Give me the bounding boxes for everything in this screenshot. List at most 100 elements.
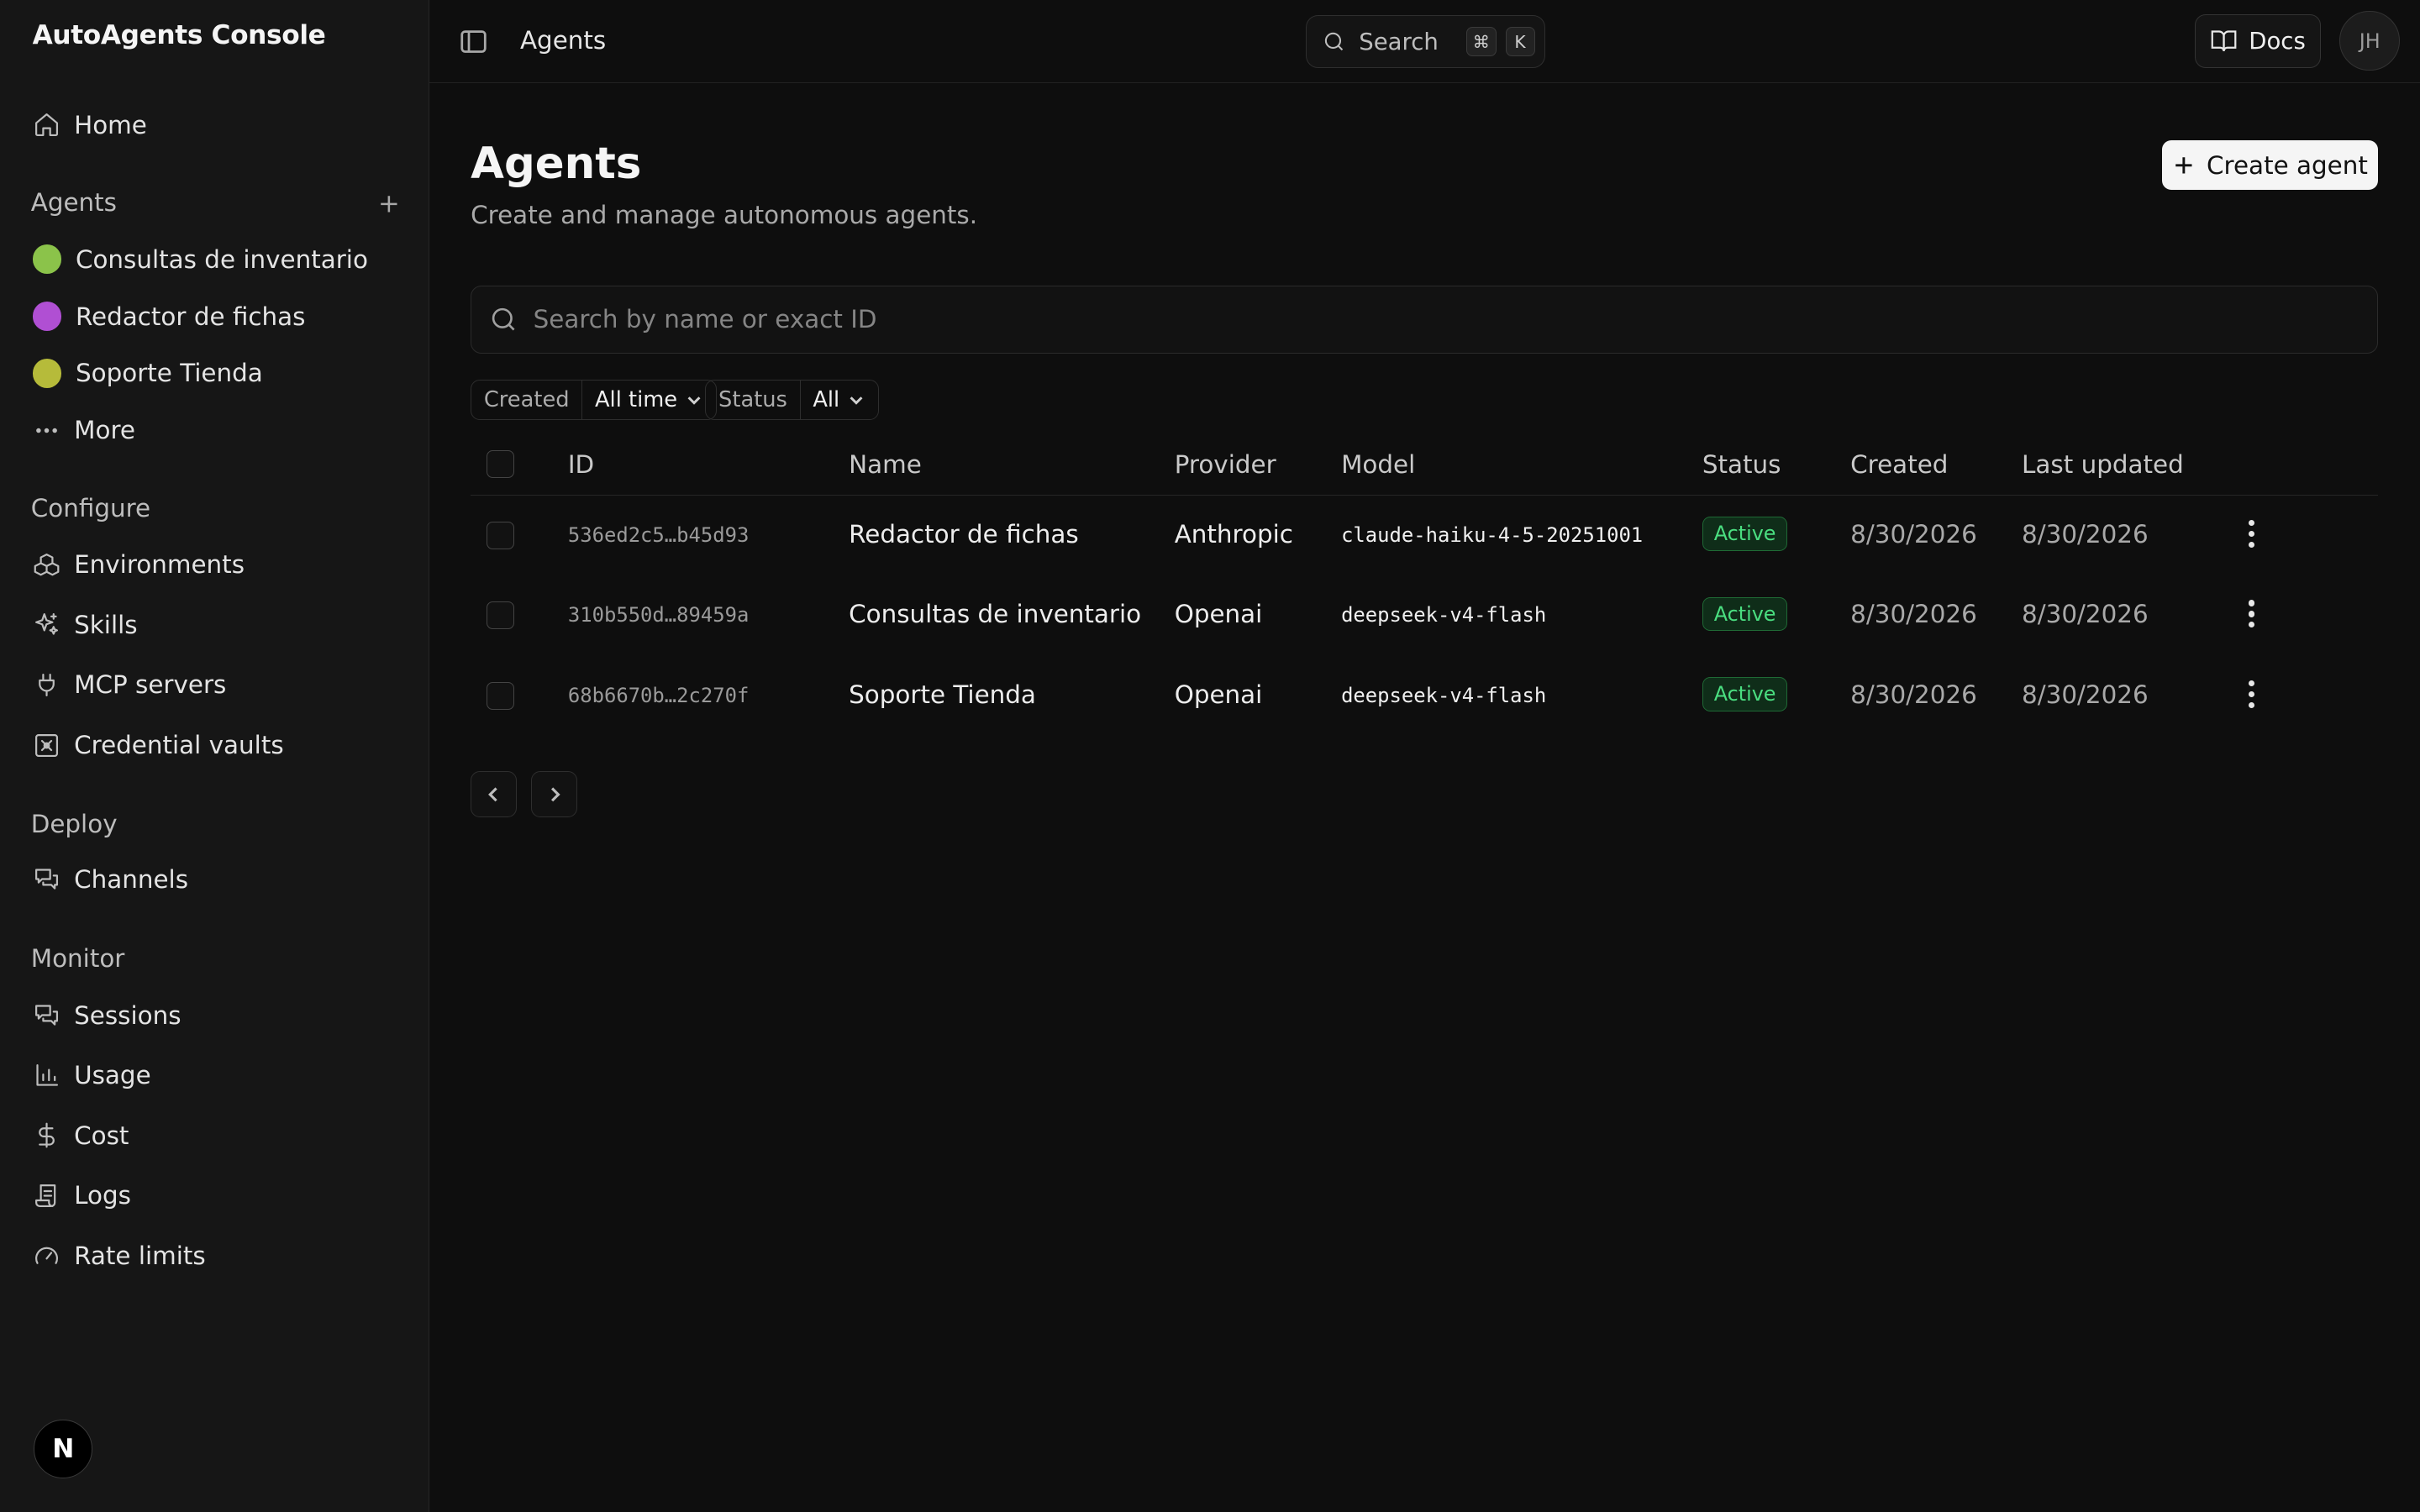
scroll-icon <box>31 1180 62 1211</box>
filter-created-dropdown[interactable]: All time <box>582 381 716 419</box>
table-row[interactable]: 310b550d…89459a Consultas de inventario … <box>471 575 2378 656</box>
cell-name[interactable]: Soporte Tienda <box>849 680 1036 709</box>
docs-button[interactable]: Docs <box>2194 13 2322 68</box>
sidebar-item-label: Consultas de inventario <box>75 244 368 274</box>
page-title: Agents <box>471 139 642 190</box>
top-bar: Agents Search ⌘ K Docs JH <box>429 0 2420 84</box>
column-header-name[interactable]: Name <box>849 450 922 479</box>
sidebar-item-environments[interactable]: Environments <box>15 538 413 591</box>
breadcrumb: Agents <box>519 26 607 55</box>
dev-tools-badge[interactable]: N <box>34 1419 93 1478</box>
sidebar-item-logs[interactable]: Logs <box>15 1169 413 1221</box>
search-label: Search <box>1359 28 1439 55</box>
sidebar-item-home[interactable]: Home <box>15 99 413 151</box>
sidebar-toggle-button[interactable] <box>460 28 487 55</box>
row-actions-icon[interactable] <box>2233 675 2270 715</box>
cell-last-updated: 8/30/2026 <box>2022 519 2149 549</box>
row-actions-icon[interactable] <box>2233 514 2270 554</box>
sidebar-item-agent-redactor[interactable]: Redactor de fichas <box>15 290 413 342</box>
sidebar-item-cost[interactable]: Cost <box>15 1110 413 1162</box>
chevron-right-icon <box>550 787 560 802</box>
row-checkbox[interactable] <box>486 681 514 710</box>
sidebar-item-agent-soporte[interactable]: Soporte Tienda <box>15 347 413 399</box>
sidebar-item-agent-consultas[interactable]: Consultas de inventario <box>15 233 413 285</box>
status-badge: Active <box>1702 517 1788 551</box>
filter-status-key: Status <box>706 380 801 419</box>
sidebar-item-label: Credential vaults <box>74 731 284 760</box>
filter-status-dropdown[interactable]: All <box>801 381 878 419</box>
row-checkbox[interactable] <box>486 521 514 549</box>
row-checkbox[interactable] <box>486 601 514 630</box>
cell-model: claude-haiku-4-5-20251001 <box>1341 522 1644 547</box>
sidebar-item-label: MCP servers <box>74 670 227 700</box>
cell-created: 8/30/2026 <box>1850 519 1977 549</box>
sparkles-icon <box>31 609 62 640</box>
sidebar-item-more[interactable]: More <box>15 404 413 456</box>
agent-color-dot <box>32 359 62 388</box>
agent-search-input[interactable] <box>533 305 2354 334</box>
sidebar-item-label: More <box>74 416 135 445</box>
table-row[interactable]: 536ed2c5…b45d93 Redactor de fichas Anthr… <box>471 496 2378 576</box>
dollar-icon <box>31 1120 62 1151</box>
column-header-id[interactable]: ID <box>568 450 594 479</box>
user-avatar[interactable]: JH <box>2339 10 2401 71</box>
kbd-k: K <box>1505 27 1535 57</box>
cell-created: 8/30/2026 <box>1850 680 1977 709</box>
cell-id: 536ed2c5…b45d93 <box>567 522 750 547</box>
chat-bubbles-icon <box>31 1000 62 1031</box>
filter-created-key: Created <box>471 380 583 419</box>
agent-color-dot <box>32 302 62 331</box>
sidebar-item-skills[interactable]: Skills <box>15 599 413 651</box>
plus-icon <box>381 195 397 213</box>
sidebar-item-mcp-servers[interactable]: MCP servers <box>15 659 413 711</box>
cell-id: 68b6670b…2c270f <box>567 683 750 707</box>
sidebar-panel-icon <box>460 30 487 53</box>
sidebar-item-channels[interactable]: Channels <box>15 853 413 906</box>
docs-label: Docs <box>2249 27 2306 55</box>
status-badge: Active <box>1702 677 1788 711</box>
filter-created: Created All time <box>471 379 717 420</box>
cubes-icon <box>31 549 62 580</box>
sidebar-item-usage[interactable]: Usage <box>15 1049 413 1101</box>
add-agent-button[interactable] <box>372 186 406 220</box>
column-header-last-updated[interactable]: Last updated <box>2022 450 2184 479</box>
cell-provider: Openai <box>1174 600 1263 629</box>
plus-icon <box>2175 156 2192 174</box>
column-header-provider[interactable]: Provider <box>1175 450 1276 479</box>
filter-status-value: All <box>813 386 840 412</box>
bar-chart-icon <box>31 1060 62 1091</box>
cell-name[interactable]: Redactor de fichas <box>849 520 1079 549</box>
cell-name[interactable]: Consultas de inventario <box>849 600 1141 628</box>
pagination-prev-button[interactable] <box>471 771 518 818</box>
main-content: Agents Search ⌘ K Docs JH Agents Create … <box>429 0 2420 1512</box>
plug-icon <box>31 669 62 701</box>
sidebar-item-sessions[interactable]: Sessions <box>15 989 413 1041</box>
column-header-created[interactable]: Created <box>1850 450 1948 479</box>
search-icon <box>492 307 515 331</box>
select-all-checkbox[interactable] <box>486 450 514 479</box>
sidebar-item-rate-limits[interactable]: Rate limits <box>15 1230 413 1282</box>
global-search-button[interactable]: Search ⌘ K <box>1305 15 1545 68</box>
cell-last-updated: 8/30/2026 <box>2022 680 2149 709</box>
row-actions-icon[interactable] <box>2233 594 2270 634</box>
create-agent-button[interactable]: Create agent <box>2162 140 2379 190</box>
book-open-icon <box>2211 30 2237 52</box>
sidebar-item-credential-vaults[interactable]: Credential vaults <box>15 719 413 771</box>
sidebar-item-label: Environments <box>74 550 245 580</box>
sidebar-item-label: Home <box>74 110 147 139</box>
home-icon <box>31 109 62 140</box>
sidebar-item-label: Usage <box>74 1061 151 1090</box>
sidebar-item-label: Cost <box>74 1121 129 1150</box>
app-root: AutoAgents Console Home Agents Consultas… <box>0 0 2420 1512</box>
sidebar: AutoAgents Console Home Agents Consultas… <box>0 0 429 1512</box>
cell-model: deepseek-v4-flash <box>1341 683 1547 707</box>
table-row[interactable]: 68b6670b…2c270f Soporte Tienda Openai de… <box>471 656 2378 737</box>
pagination-next-button[interactable] <box>530 771 577 818</box>
column-header-status[interactable]: Status <box>1702 450 1781 479</box>
cell-provider: Anthropic <box>1174 519 1293 549</box>
app-title: AutoAgents Console <box>32 19 326 50</box>
section-label-deploy: Deploy <box>30 810 118 839</box>
column-header-model[interactable]: Model <box>1341 450 1415 479</box>
search-icon <box>1325 32 1344 51</box>
cell-provider: Openai <box>1174 680 1263 709</box>
